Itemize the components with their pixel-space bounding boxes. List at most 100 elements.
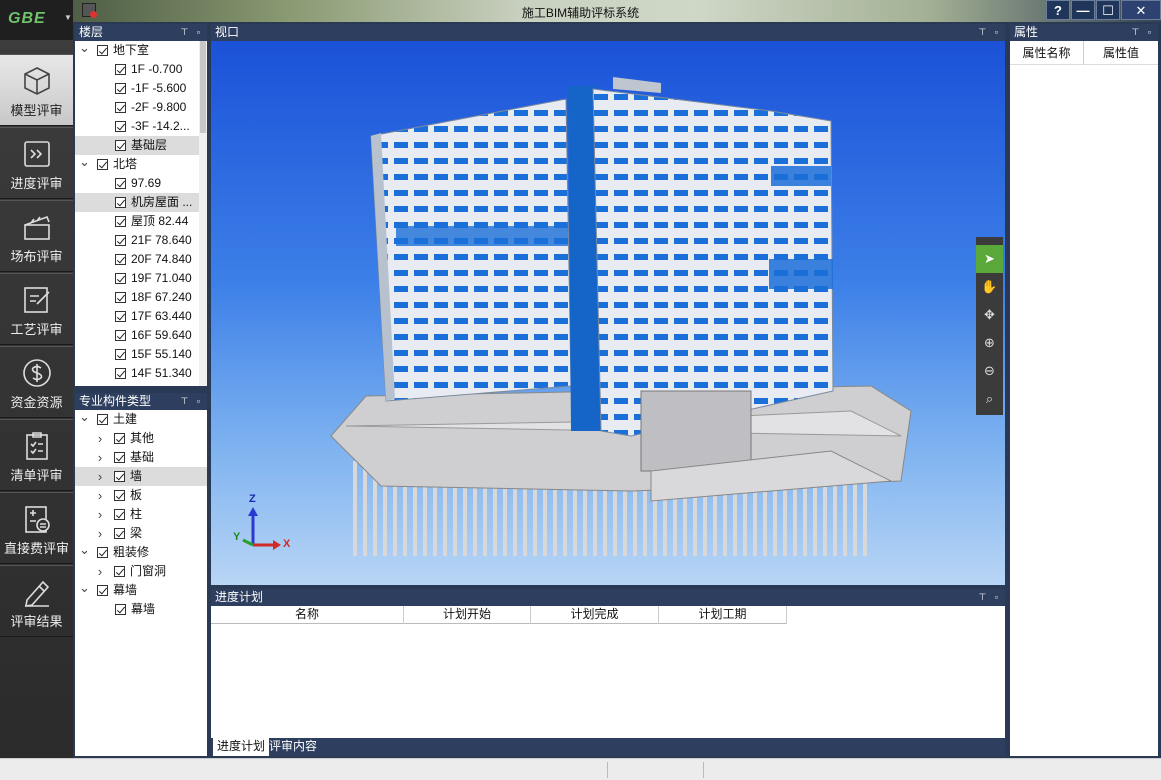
types-tree-row[interactable]: ⌄ 幕墙	[75, 578, 207, 600]
pan-hand-icon[interactable]: ✋	[976, 273, 1003, 301]
types-tree-row[interactable]: › 基础	[75, 448, 207, 467]
col-property-value[interactable]: 属性值	[1084, 41, 1158, 65]
select-icon[interactable]: ➤	[976, 245, 1003, 273]
chevron-down-icon[interactable]: ⌄	[79, 152, 90, 171]
checkbox[interactable]	[114, 452, 125, 463]
pin-icon[interactable]: ⊤ ▫	[180, 24, 203, 40]
checkbox[interactable]	[115, 83, 126, 94]
floors-tree-row[interactable]: 14F 51.340	[75, 364, 207, 383]
checkbox[interactable]	[115, 64, 126, 75]
nav-bill-review[interactable]: 清单评审	[0, 419, 73, 491]
nav-progress-review[interactable]: 进度评审	[0, 127, 73, 199]
floors-tree-row[interactable]: 21F 78.640	[75, 231, 207, 250]
minimize-button[interactable]: —	[1071, 0, 1095, 20]
checkbox[interactable]	[97, 159, 108, 170]
checkbox[interactable]	[97, 414, 108, 425]
types-tree-row[interactable]: › 门窗洞	[75, 562, 207, 581]
floors-scroll-thumb[interactable]	[200, 41, 206, 133]
zoom-fit-icon[interactable]: ⌕	[976, 385, 1003, 413]
chevron-right-icon[interactable]: ›	[95, 524, 105, 543]
checkbox[interactable]	[114, 433, 125, 444]
checkbox[interactable]	[114, 509, 125, 520]
floors-tree-row[interactable]: 17F 63.440	[75, 307, 207, 326]
checkbox[interactable]	[114, 566, 125, 577]
floors-tree-row[interactable]: 19F 71.040	[75, 269, 207, 288]
nav-funds-resources[interactable]: 资金资源	[0, 346, 73, 418]
checkbox[interactable]	[97, 45, 108, 56]
col-property-name[interactable]: 属性名称	[1010, 41, 1084, 65]
checkbox[interactable]	[114, 490, 125, 501]
nav-direct-cost-review[interactable]: 直接费评审	[0, 492, 73, 564]
types-tree-row[interactable]: › 柱	[75, 505, 207, 524]
chevron-down-icon[interactable]: ⌄	[79, 410, 90, 426]
checkbox[interactable]	[115, 368, 126, 379]
checkbox[interactable]	[114, 471, 125, 482]
checkbox[interactable]	[97, 547, 108, 558]
types-tree-row[interactable]: › 墙	[75, 467, 207, 486]
floors-tree-row[interactable]: -3F -14.2...	[75, 117, 207, 136]
col-plan-start[interactable]: 计划开始	[404, 606, 531, 624]
checkbox[interactable]	[115, 273, 126, 284]
building-model[interactable]	[211, 41, 1005, 585]
types-tree-row[interactable]: 幕墙	[75, 600, 207, 619]
floors-tree-row[interactable]: 15F 55.140	[75, 345, 207, 364]
zoom-in-icon[interactable]: ⊕	[976, 329, 1003, 357]
checkbox[interactable]	[115, 330, 126, 341]
col-name[interactable]: 名称	[211, 606, 404, 624]
floors-tree-row[interactable]: ⌄ 北塔	[75, 152, 207, 174]
col-plan-duration[interactable]: 计划工期	[659, 606, 787, 624]
pin-icon[interactable]: ⊤ ▫	[1131, 24, 1154, 40]
floors-tree-row[interactable]: 屋顶 82.44	[75, 212, 207, 231]
types-tree-row[interactable]: ⌄ 土建	[75, 410, 207, 429]
help-button[interactable]: ?	[1046, 0, 1070, 20]
floors-tree-row[interactable]: 97.69	[75, 174, 207, 193]
checkbox[interactable]	[114, 528, 125, 539]
floors-tree-row[interactable]: -1F -5.600	[75, 79, 207, 98]
checkbox[interactable]	[115, 216, 126, 227]
checkbox[interactable]	[115, 254, 126, 265]
chevron-right-icon[interactable]: ›	[95, 486, 105, 505]
types-tree-row[interactable]: › 梁	[75, 524, 207, 543]
types-tree-row[interactable]: ⌄ 粗装修	[75, 540, 207, 562]
floors-tree-row[interactable]: 18F 67.240	[75, 288, 207, 307]
floors-tree-row[interactable]: 20F 74.840	[75, 250, 207, 269]
checkbox[interactable]	[97, 585, 108, 596]
floors-tree-row[interactable]: ⌄ 地下室	[75, 41, 207, 60]
pin-icon[interactable]: ⊤ ▫	[978, 589, 1001, 605]
nav-process-review[interactable]: 工艺评审	[0, 273, 73, 345]
3d-viewport[interactable]: Z X Y ➤ ✋ ✥ ⊕ ⊖ ⌕	[211, 41, 1005, 585]
chevron-down-icon[interactable]: ⌄	[79, 578, 90, 597]
checkbox[interactable]	[115, 604, 126, 615]
chevron-right-icon[interactable]: ›	[95, 562, 105, 581]
app-logo[interactable]: GBE ▼	[0, 0, 73, 40]
checkbox[interactable]	[115, 235, 126, 246]
chevron-right-icon[interactable]: ›	[95, 448, 105, 467]
col-plan-finish[interactable]: 计划完成	[531, 606, 659, 624]
nav-model-review[interactable]: 模型评审	[0, 54, 73, 126]
floors-tree-row[interactable]: 机房屋面 ...	[75, 193, 207, 212]
chevron-down-icon[interactable]: ⌄	[79, 540, 90, 559]
maximize-button[interactable]: ☐	[1096, 0, 1120, 20]
tab-review-content[interactable]: 评审内容	[265, 738, 321, 756]
floors-tree-row[interactable]: 1F -0.700	[75, 60, 207, 79]
pin-icon[interactable]: ⊤ ▫	[978, 24, 1001, 40]
zoom-out-icon[interactable]: ⊖	[976, 357, 1003, 385]
chevron-right-icon[interactable]: ›	[95, 429, 105, 448]
checkbox[interactable]	[115, 311, 126, 322]
pin-icon[interactable]: ⊤ ▫	[180, 393, 203, 409]
floors-scrollbar[interactable]	[199, 41, 207, 386]
checkbox[interactable]	[115, 121, 126, 132]
floors-tree-row[interactable]: 基础层	[75, 136, 207, 155]
close-button[interactable]: ✕	[1121, 0, 1161, 20]
checkbox[interactable]	[115, 102, 126, 113]
tab-schedule[interactable]: 进度计划	[213, 738, 270, 756]
orbit-icon[interactable]: ✥	[976, 301, 1003, 329]
types-tree-row[interactable]: › 其他	[75, 429, 207, 448]
types-tree-row[interactable]: › 板	[75, 486, 207, 505]
nav-site-layout-review[interactable]: 场布评审	[0, 200, 73, 272]
chevron-right-icon[interactable]: ›	[95, 505, 105, 524]
checkbox[interactable]	[115, 197, 126, 208]
checkbox[interactable]	[115, 349, 126, 360]
chevron-right-icon[interactable]: ›	[95, 467, 105, 486]
chevron-down-icon[interactable]: ⌄	[79, 41, 90, 57]
